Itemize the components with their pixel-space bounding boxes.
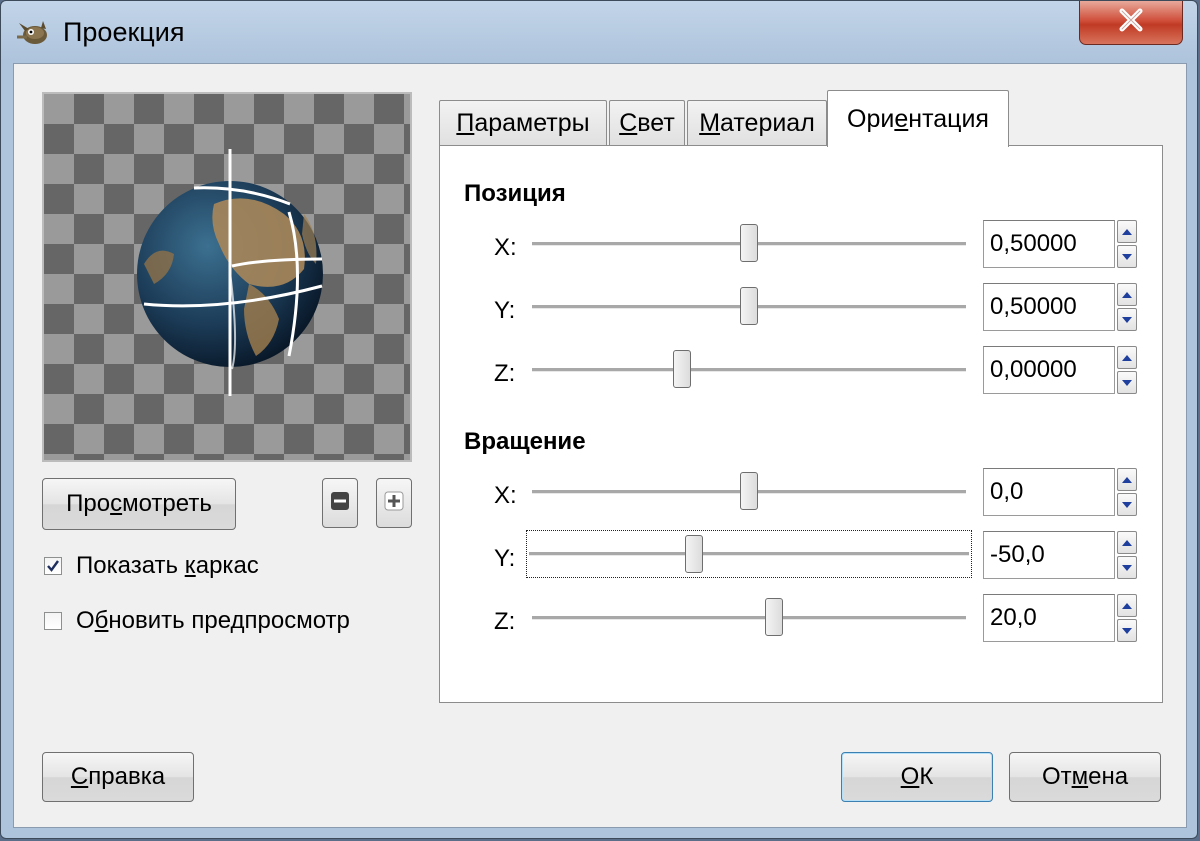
rotation-x-slider[interactable] [530,472,968,512]
ok-button[interactable]: ОК [841,752,993,802]
help-button-mnemonic: С [70,763,89,790]
zoom-in-button[interactable] [376,478,412,528]
position-heading: Позиция [464,180,566,207]
chevron-down-icon [1122,564,1132,571]
chevron-up-icon [1122,291,1132,298]
position-x-increment[interactable] [1117,220,1137,243]
slider-thumb[interactable] [684,535,703,573]
position-z-decrement[interactable] [1117,371,1137,394]
position-z-spinner [983,346,1139,394]
rotation-x-increment[interactable] [1117,468,1137,491]
preview-button-label-end: мотреть [122,490,212,517]
orientation-panel: Позиция X: Y: [439,145,1163,703]
rotation-y-spinner [983,531,1139,579]
rotation-z-input[interactable] [983,594,1115,642]
chevron-up-icon [1122,476,1132,483]
rotation-x-label: X: [494,482,517,509]
close-icon [1116,8,1146,37]
rotation-y-input[interactable] [983,531,1115,579]
slider-thumb[interactable] [740,287,758,325]
position-x-input[interactable] [983,220,1115,268]
position-x-decrement[interactable] [1117,245,1137,268]
checkmark-icon [47,560,59,572]
dialog-window: Проекция Про с мотреть Показать каркас О… [0,0,1198,839]
rotation-y-slider[interactable] [526,530,972,578]
position-y-decrement[interactable] [1117,308,1137,331]
rotation-z-increment[interactable] [1117,594,1137,617]
chevron-up-icon [1122,354,1132,361]
position-y-spinner [983,283,1139,331]
show-wireframe-label: Показать каркас [76,552,259,579]
title-bar[interactable]: Проекция [1,1,1197,63]
cancel-button-label-end: ена [1088,763,1129,790]
tab-parameters[interactable]: Параметры [439,100,607,146]
window-title: Проекция [63,17,185,47]
chevron-down-icon [1122,627,1132,634]
rotation-y-label: Y: [494,545,516,572]
ok-button-label: К [919,763,934,790]
position-y-slider[interactable] [530,287,968,327]
chevron-up-icon [1122,539,1132,546]
rotation-y-decrement[interactable] [1117,556,1137,579]
position-z-label: Z: [494,360,516,387]
close-button[interactable] [1079,1,1183,45]
show-wireframe-box[interactable] [44,557,62,575]
rotation-z-slider[interactable] [530,598,968,638]
zoom-out-button[interactable] [322,478,358,528]
chevron-down-icon [1122,379,1132,386]
rotation-z-label: Z: [494,608,516,635]
preview-button[interactable]: Про с мотреть [42,478,236,530]
chevron-up-icon [1122,602,1132,609]
preview-canvas[interactable] [42,92,412,462]
rotation-x-input[interactable] [983,468,1115,516]
tab-orientation[interactable]: Ори е нтация [827,90,1009,147]
cancel-button[interactable]: От м ена [1009,752,1161,802]
rotation-z-spinner [983,594,1139,642]
rotation-x-spinner [983,468,1139,516]
chevron-down-icon [1122,253,1132,260]
preview-button-mnemonic: с [110,490,123,517]
ok-button-mnemonic: О [900,763,920,790]
help-button[interactable]: Справка [42,752,194,802]
preview-button-label-start: Про [66,490,111,517]
chevron-down-icon [1122,501,1132,508]
cancel-button-mnemonic: м [1071,763,1089,790]
rotation-y-increment[interactable] [1117,531,1137,554]
position-x-slider[interactable] [530,224,968,264]
rotation-z-decrement[interactable] [1117,619,1137,642]
help-button-label: правка [88,763,166,790]
tab-material[interactable]: Материал [687,100,827,146]
position-z-increment[interactable] [1117,346,1137,369]
chevron-down-icon [1122,316,1132,323]
slider-thumb[interactable] [765,598,784,636]
slider-thumb[interactable] [740,224,758,262]
position-x-label: X: [494,234,517,261]
zoom-out-icon [330,491,350,516]
slider-thumb[interactable] [740,472,758,510]
gimp-wilber-icon [13,17,53,47]
auto-update-checkbox[interactable]: Обновить предпросмотр [44,607,350,635]
cancel-button-label-start: От [1041,763,1072,790]
position-x-spinner [983,220,1139,268]
dialog-body: Про с мотреть Показать каркас Обновить п… [13,63,1187,828]
position-y-label: Y: [494,297,516,324]
chevron-up-icon [1122,228,1132,235]
auto-update-label: Обновить предпросмотр [76,607,350,634]
position-y-input[interactable] [983,283,1115,331]
zoom-in-icon [384,491,404,516]
position-z-input[interactable] [983,346,1115,394]
rotation-heading: Вращение [464,428,586,455]
globe-preview [137,149,323,396]
position-z-slider[interactable] [530,350,968,390]
position-y-increment[interactable] [1117,283,1137,306]
slider-thumb[interactable] [673,350,692,388]
show-wireframe-checkbox[interactable]: Показать каркас [44,552,259,580]
auto-update-box[interactable] [44,612,62,630]
tab-light[interactable]: Свет [609,100,685,146]
rotation-x-decrement[interactable] [1117,493,1137,516]
